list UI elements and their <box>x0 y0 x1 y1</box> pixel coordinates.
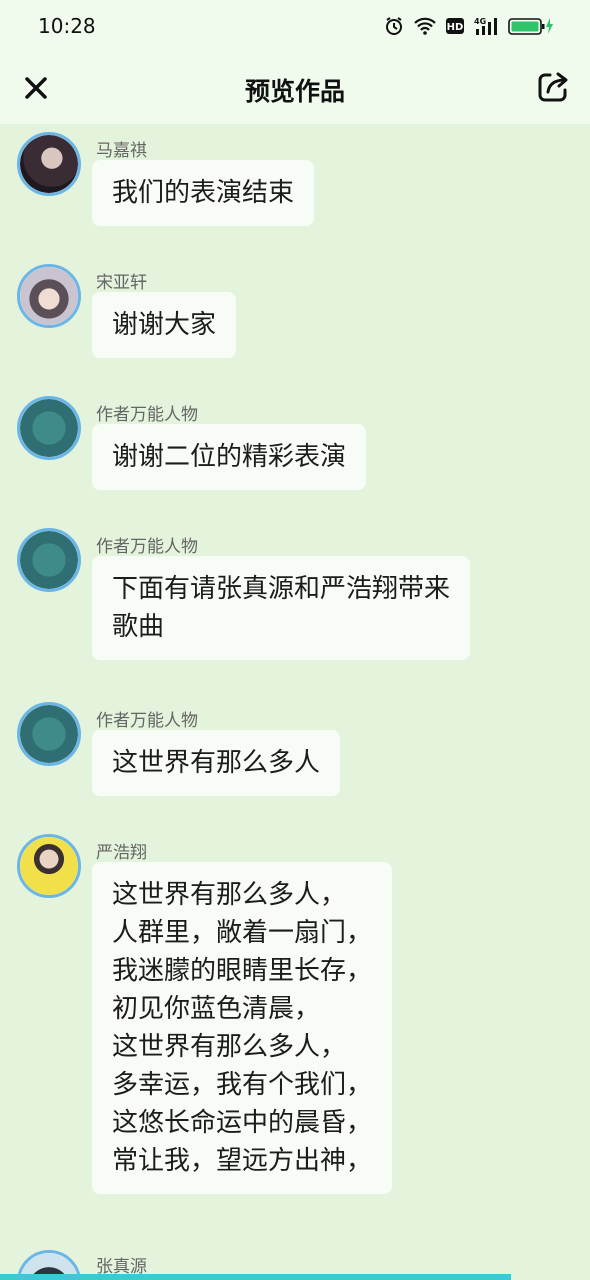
message-bubble[interactable]: 谢谢二位的精彩表演 <box>92 424 367 490</box>
avatar-majiaqi-image <box>20 135 78 193</box>
avatar[interactable] <box>17 528 81 592</box>
status-time: 10:28 <box>38 14 96 38</box>
page-title: 预览作品 <box>244 77 345 106</box>
avatar[interactable] <box>17 132 81 196</box>
message-bubble[interactable]: 我们的表演结束 <box>92 160 315 226</box>
avatar[interactable] <box>17 834 81 898</box>
sender-name: 作者万能人物 <box>96 405 198 425</box>
sender-name: 马嘉祺 <box>96 141 147 161</box>
avatar-author-image <box>20 399 78 457</box>
avatar-author-image <box>20 705 78 763</box>
sender-name: 严浩翔 <box>96 843 147 863</box>
chat-list[interactable]: 马嘉祺 我们的表演结束 宋亚轩 谢谢大家 作者万能人物 谢谢二位的精彩表演 作者… <box>0 124 590 1280</box>
sender-name: 作者万能人物 <box>96 711 198 731</box>
avatar[interactable] <box>17 702 81 766</box>
status-bar: 10:28 HD 4G <box>0 0 590 52</box>
avatar[interactable] <box>17 396 81 460</box>
sender-name: 作者万能人物 <box>96 537 198 557</box>
battery-icon <box>508 16 554 36</box>
avatar-author-image <box>20 531 78 589</box>
avatar[interactable] <box>17 264 81 328</box>
message-bubble[interactable]: 下面有请张真源和严浩翔带来 歌曲 <box>92 556 471 660</box>
alarm-icon <box>384 16 404 36</box>
signal-4g-icon: 4G <box>474 16 498 36</box>
status-icons: HD 4G <box>384 14 554 38</box>
message-bubble[interactable]: 这世界有那么多人， 人群里，敞着一扇门， 我迷朦的眼睛里长存， 初见你蓝色清晨，… <box>92 862 393 1194</box>
message-bubble[interactable]: 谢谢大家 <box>92 292 237 358</box>
avatar-songyaxuan-image <box>20 267 78 325</box>
share-button[interactable] <box>534 68 572 106</box>
svg-text:4G: 4G <box>474 17 486 26</box>
avatar-yanhaoxiang-image <box>20 837 78 895</box>
sender-name: 宋亚轩 <box>96 273 147 293</box>
hd-icon: HD <box>446 17 464 35</box>
svg-text:HD: HD <box>447 22 464 33</box>
top-bar: 预览作品 <box>0 52 590 124</box>
bottom-progress-bar <box>0 1274 511 1280</box>
share-icon <box>538 72 568 102</box>
message-bubble[interactable]: 这世界有那么多人 <box>92 730 341 796</box>
wifi-icon <box>414 17 436 35</box>
